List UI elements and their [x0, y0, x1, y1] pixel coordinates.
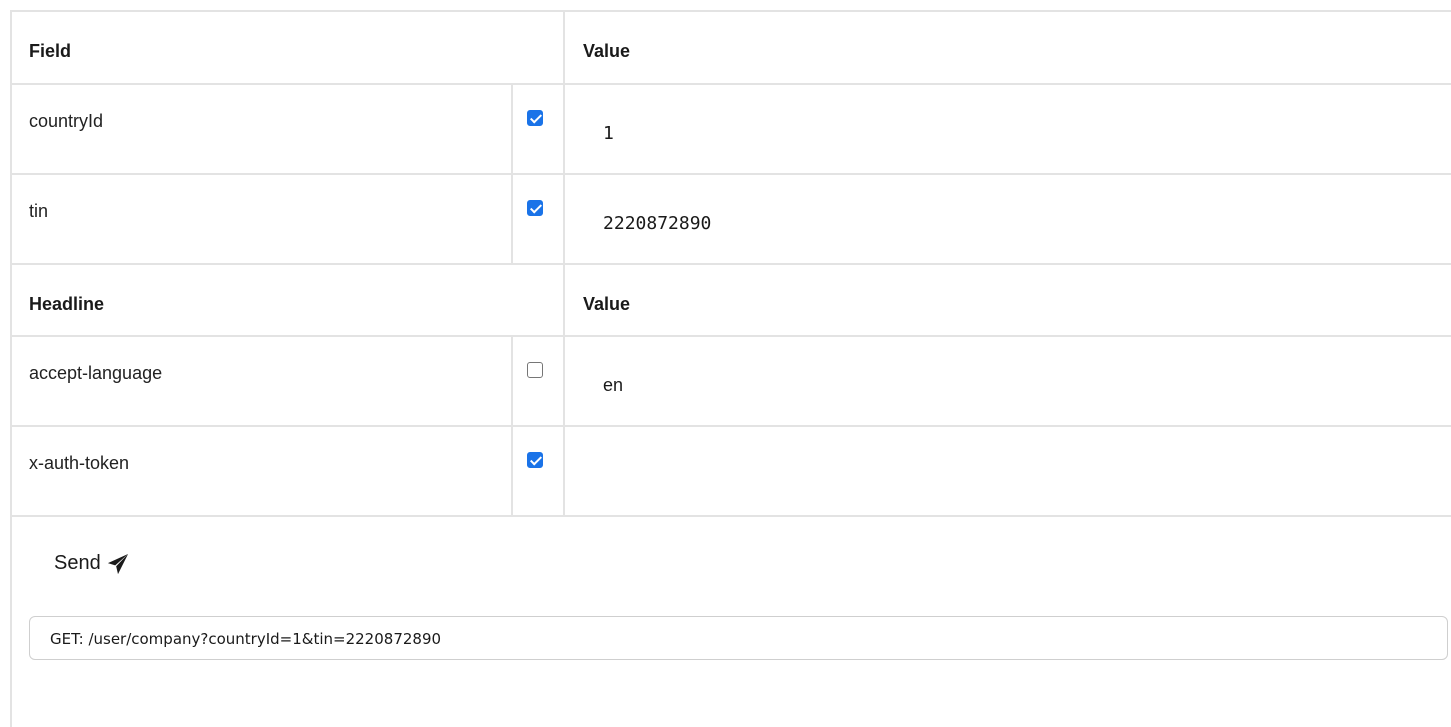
send-section: Send GET: /user/company?countryId=1&tin=…: [12, 517, 1451, 692]
param-value-input[interactable]: 2220872890: [563, 174, 1451, 265]
header-enabled-checkbox[interactable]: [527, 452, 543, 468]
param-enabled-checkbox[interactable]: [527, 200, 543, 216]
param-value-input[interactable]: 1: [563, 84, 1451, 175]
param-name: countryId: [12, 84, 512, 175]
send-label: Send: [54, 552, 101, 574]
value-column-header: Value: [563, 12, 1451, 85]
request-url-display[interactable]: GET: /user/company?countryId=1&tin=22208…: [29, 616, 1448, 660]
query-header-row: Field Value: [12, 12, 1451, 85]
table-row: x-auth-token: [12, 426, 1451, 517]
headline-column-header: Headline: [12, 264, 565, 337]
table-row: tin 2220872890: [12, 174, 1451, 265]
paper-plane-icon: [107, 553, 128, 574]
header-name: x-auth-token: [12, 426, 512, 517]
table-row: countryId 1: [12, 84, 1451, 175]
param-enabled-checkbox[interactable]: [527, 110, 543, 126]
header-value-input[interactable]: [563, 426, 1451, 517]
header-value-input[interactable]: en: [563, 336, 1451, 427]
param-name: tin: [12, 174, 512, 265]
header-enabled-checkbox[interactable]: [527, 362, 543, 378]
value-column-header: Value: [563, 264, 1451, 337]
field-column-header: Field: [12, 12, 565, 85]
send-button[interactable]: Send: [54, 552, 129, 575]
header-name: accept-language: [12, 336, 512, 427]
params-table: Field Value countryId 1 tin 2220872890 H…: [12, 12, 1451, 517]
request-panel: Field Value countryId 1 tin 2220872890 H…: [10, 10, 1451, 727]
table-row: accept-language en: [12, 336, 1451, 427]
headers-header-row: Headline Value: [12, 264, 1451, 337]
